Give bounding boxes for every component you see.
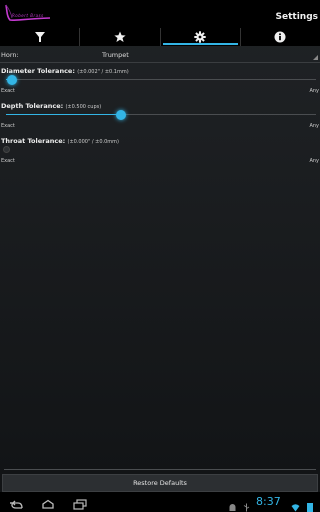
slider-max-label: Any (309, 123, 319, 129)
info-icon (274, 31, 286, 43)
recent-apps-icon[interactable] (72, 496, 88, 510)
throat-tolerance-title: Throat Tolerance: (±0.000" / ±0.0mm) (1, 137, 119, 145)
usb-icon (242, 497, 251, 512)
settings-screen: Robert Brass Settings Horn: Trumpet Diam… (0, 0, 320, 512)
slider-max-label: Any (309, 158, 319, 164)
slider-thumb[interactable] (115, 110, 126, 120)
slider-thumb[interactable] (7, 75, 18, 85)
throat-tolerance-range: (±0.000" / ±0.0mm) (67, 139, 119, 145)
back-icon[interactable] (8, 496, 24, 509)
depth-tolerance-range: (±0.500 cups) (65, 104, 102, 110)
slider-max-label: Any (309, 88, 319, 94)
throat-tolerance: Throat Tolerance: (±0.000" / ±0.0mm) Exa… (0, 137, 320, 171)
tab-filter[interactable] (0, 28, 79, 46)
diameter-slider[interactable] (6, 75, 316, 85)
dropdown-corner-icon (313, 55, 318, 60)
logo-text: Robert Brass (12, 13, 44, 18)
slider-min-label: Exact (1, 123, 15, 129)
diameter-tolerance-title: Diameter Tolerance: (±0.002" / ±0.1mm) (1, 67, 129, 75)
depth-tolerance-title: Depth Tolerance: (±0.500 cups) (1, 102, 102, 110)
horn-value: Trumpet (102, 51, 129, 59)
slider-min-label: Exact (1, 88, 15, 94)
slider-thumb[interactable] (3, 146, 10, 153)
home-icon[interactable] (40, 496, 56, 509)
system-bar: 8:37 (0, 492, 320, 512)
clock: 8:37 (256, 495, 281, 508)
diameter-tolerance-range: (±0.002" / ±0.1mm) (77, 69, 129, 75)
slider-min-label: Exact (1, 158, 15, 164)
action-bar: Robert Brass Settings (0, 0, 320, 28)
funnel-icon (34, 32, 45, 42)
page-title: Settings (275, 12, 318, 22)
restore-defaults-button[interactable]: Restore Defaults (2, 474, 318, 492)
wifi-icon (291, 497, 300, 512)
diameter-tolerance: Diameter Tolerance: (±0.002" / ±0.1mm) E… (0, 67, 320, 101)
tab-bar (0, 28, 320, 46)
battery-icon (305, 497, 315, 512)
divider (4, 469, 316, 470)
horn-label: Horn: (1, 51, 19, 59)
slider-fill (6, 114, 121, 115)
horn-selector[interactable]: Horn: Trumpet (0, 47, 320, 63)
tab-settings[interactable] (159, 28, 240, 46)
android-debug-icon (228, 497, 237, 511)
tab-info[interactable] (239, 28, 320, 46)
gear-icon (194, 31, 206, 43)
tab-favorites[interactable] (79, 28, 159, 46)
throat-slider[interactable] (3, 146, 316, 153)
depth-tolerance: Depth Tolerance: (±0.500 cups) Exact Any (0, 102, 320, 136)
depth-slider[interactable] (6, 110, 316, 120)
star-icon (114, 31, 126, 42)
